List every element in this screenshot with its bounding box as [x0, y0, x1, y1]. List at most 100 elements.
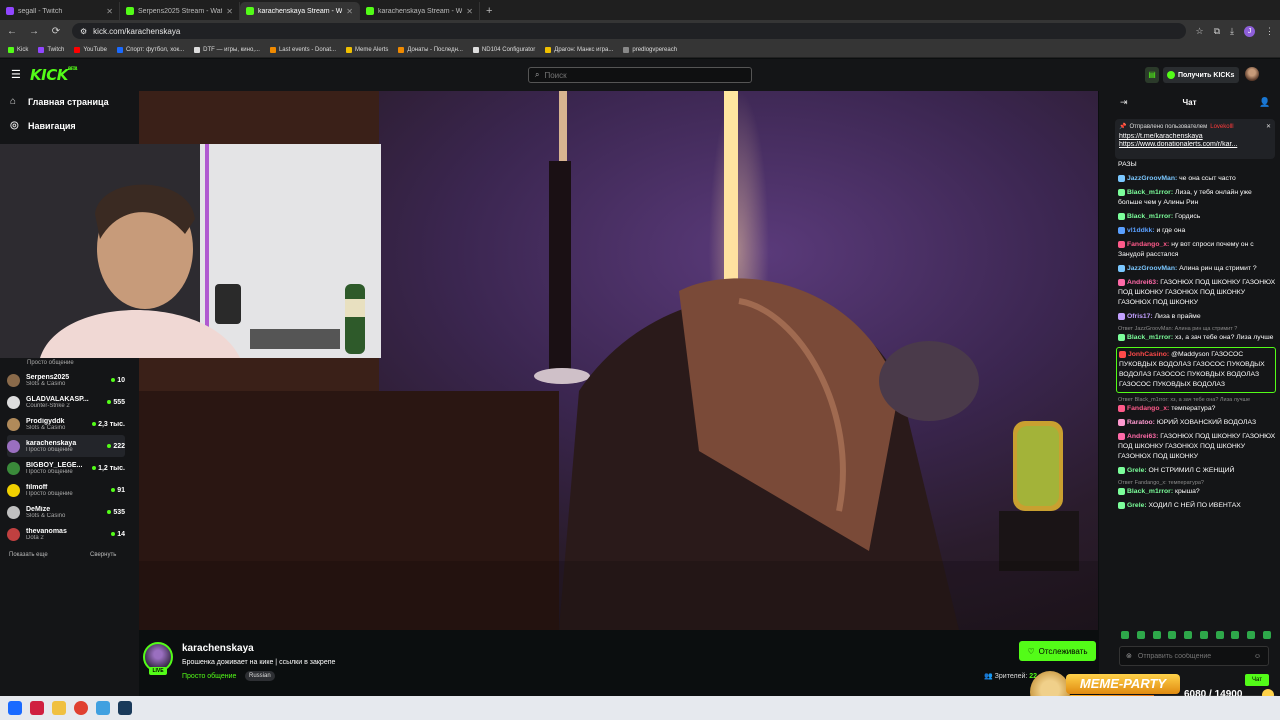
- forward-icon[interactable]: →: [28, 26, 40, 37]
- bookmark-item[interactable]: predlogvpereach: [623, 46, 677, 53]
- chat-username[interactable]: Raratoo:: [1127, 419, 1155, 426]
- chat-username[interactable]: Andrei63:: [1127, 433, 1158, 440]
- reply-reference[interactable]: Ответ Black_m1rror: хз, а зач тебе она? …: [1118, 397, 1276, 404]
- emote-icon[interactable]: [1136, 631, 1145, 639]
- new-tab-button[interactable]: +: [480, 2, 498, 20]
- get-kicks-button[interactable]: Получить KICKs: [1163, 67, 1239, 83]
- file-explorer-icon[interactable]: [52, 701, 66, 715]
- browser-tab-1[interactable]: segall - Twitch ✕: [0, 2, 120, 20]
- user-badge-icon: [1119, 350, 1126, 358]
- emote-picker-icon[interactable]: ☺: [1254, 653, 1261, 660]
- pinned-link[interactable]: https://t.me/karachenskaya: [1119, 133, 1271, 140]
- unpin-icon[interactable]: ✕: [1266, 123, 1271, 130]
- followed-channel[interactable]: BIGBOY_LEGE... Просто общение 1,2 тыс.: [7, 457, 125, 479]
- followed-channel[interactable]: GLADVALAKASP... Counter-Strike 2 555: [7, 391, 125, 413]
- extensions-icon[interactable]: ⧉: [1214, 26, 1220, 37]
- chat-username[interactable]: JazzGroovMan:: [1127, 175, 1177, 182]
- browser-tab-2[interactable]: Serpens2025 Stream - Watch Li✕: [120, 2, 240, 20]
- followed-channel[interactable]: filmoff Просто общение 91: [7, 479, 125, 501]
- emote-icon[interactable]: [1121, 631, 1129, 639]
- emote-icon[interactable]: [1215, 631, 1224, 639]
- show-more-link[interactable]: Показать еще: [9, 552, 48, 558]
- sidebar-navigation[interactable]: ◎ Навигация: [10, 121, 76, 132]
- stream-category-link[interactable]: Просто общение: [182, 673, 236, 680]
- menu-hamburger-icon[interactable]: ☰: [11, 70, 21, 81]
- chat-username[interactable]: Andrei63:: [1127, 279, 1158, 286]
- chat-username[interactable]: Black_m1rror:: [1127, 189, 1173, 196]
- emote-icon[interactable]: [1262, 631, 1271, 639]
- back-icon[interactable]: ←: [6, 26, 18, 37]
- collapse-link[interactable]: Свернуть: [90, 552, 116, 558]
- bookmark-item[interactable]: Meme Alerts: [346, 46, 388, 53]
- browser-tab-4[interactable]: karachenskaya Stream - Watch✕: [360, 2, 480, 20]
- chat-username[interactable]: Fandango_x:: [1127, 405, 1169, 412]
- reply-reference[interactable]: Ответ Fandango_x: температура?: [1118, 480, 1276, 487]
- browser-menu-icon[interactable]: ⋮: [1265, 26, 1274, 37]
- chat-text: ХОДИЛ С НЕЙ ПО ИВЕНТАХ: [1148, 502, 1241, 509]
- url-field[interactable]: ⚙ kick.com/karachenskaya: [72, 23, 1186, 39]
- chat-username[interactable]: Fandango_x:: [1127, 241, 1169, 248]
- chat-username[interactable]: JonhCasino:: [1128, 351, 1169, 358]
- streamer-name[interactable]: karachenskaya: [182, 643, 254, 654]
- bookmark-item[interactable]: ND104 Configurator: [472, 46, 535, 53]
- chat-username[interactable]: Grele:: [1127, 467, 1147, 474]
- chat-username[interactable]: vl1ddkk:: [1127, 227, 1155, 234]
- chat-username[interactable]: JazzGroovMan:: [1127, 265, 1177, 272]
- store-icon[interactable]: ▤: [1145, 67, 1159, 83]
- emote-icon[interactable]: [1152, 631, 1161, 639]
- chrome-icon[interactable]: [74, 701, 88, 715]
- bookmark-item[interactable]: DTF — игры, кино,...: [194, 46, 260, 53]
- bookmark-item[interactable]: Донаты - Последн...: [398, 46, 463, 53]
- bookmark-item[interactable]: Драгон: Манкс игра...: [545, 46, 613, 53]
- bookmark-item[interactable]: Last events - Donat...: [269, 46, 336, 53]
- followed-channel[interactable]: Prodigyddk Slots & Casino 2,3 тыс.: [7, 413, 125, 435]
- emote-icon[interactable]: [1199, 631, 1208, 639]
- emote-icon[interactable]: [1247, 631, 1256, 639]
- close-tab-icon[interactable]: ✕: [106, 7, 113, 16]
- followed-channel[interactable]: Serpens2025 Slots & Casino 10: [7, 369, 125, 391]
- chat-settings-icon[interactable]: ⊚: [1126, 652, 1132, 660]
- user-avatar[interactable]: [1245, 67, 1259, 81]
- yandex-browser-icon[interactable]: [30, 701, 44, 715]
- bookmark-item[interactable]: YouTube: [74, 46, 107, 53]
- chat-username[interactable]: Grele:: [1127, 502, 1147, 509]
- close-tab-icon[interactable]: ✕: [226, 7, 233, 16]
- followed-channel-active[interactable]: karachenskaya Просто общение 222: [7, 435, 125, 457]
- site-info-icon[interactable]: ⚙: [80, 27, 87, 36]
- chat-username[interactable]: Black_m1rror:: [1127, 334, 1173, 341]
- steam-icon[interactable]: [118, 701, 132, 715]
- downloads-icon[interactable]: ⤓: [1230, 26, 1234, 37]
- followed-channel[interactable]: DeMize Slots & Casino 535: [7, 501, 125, 523]
- follow-button[interactable]: ♡ Отслеживать: [1019, 641, 1096, 661]
- sidebar-home[interactable]: ⌂ Главная страница: [10, 97, 109, 108]
- chat-username[interactable]: Black_m1rror:: [1127, 488, 1173, 495]
- search-bar[interactable]: ⌕: [528, 67, 752, 83]
- search-input[interactable]: [544, 70, 735, 80]
- close-tab-icon[interactable]: ✕: [346, 7, 353, 16]
- windows-start-icon[interactable]: [8, 701, 22, 715]
- emote-icon[interactable]: [1184, 631, 1193, 639]
- bookmark-item[interactable]: Twitch: [38, 46, 64, 53]
- chat-message-input[interactable]: [1137, 652, 1248, 660]
- pinned-link[interactable]: https://www.donationalerts.com/r/kar...: [1119, 141, 1271, 148]
- viewer-count: 👥 Зрителей: 22: [984, 673, 1038, 680]
- bookmark-star-icon[interactable]: ☆: [1196, 26, 1204, 37]
- chat-username[interactable]: Ofris17:: [1127, 313, 1153, 320]
- reply-reference[interactable]: Ответ JazzGroovMan: Алина рин ща стримит…: [1118, 326, 1276, 333]
- profile-avatar[interactable]: J: [1244, 25, 1255, 37]
- language-tag[interactable]: Russian: [245, 671, 275, 681]
- send-chat-button[interactable]: Чат: [1245, 674, 1269, 686]
- bookmark-item[interactable]: Kick: [8, 46, 28, 53]
- bookmark-item[interactable]: Спорт: футбол, хок...: [116, 46, 184, 53]
- close-tab-icon[interactable]: ✕: [466, 7, 473, 16]
- emote-icon[interactable]: [1231, 631, 1240, 639]
- browser-tab-3[interactable]: karachenskaya Stream - Watch✕: [240, 2, 360, 20]
- chat-input-box[interactable]: ⊚ ☺: [1119, 646, 1269, 666]
- followed-channel[interactable]: thevanomas Dota 2 14: [7, 523, 125, 545]
- kick-logo[interactable]: KICKBETA: [30, 66, 78, 84]
- chat-username[interactable]: Black_m1rror:: [1127, 213, 1173, 220]
- chat-users-icon[interactable]: 👤: [1259, 97, 1270, 108]
- app-icon[interactable]: [96, 701, 110, 715]
- reload-icon[interactable]: ⟳: [50, 26, 62, 37]
- emote-icon[interactable]: [1168, 631, 1177, 639]
